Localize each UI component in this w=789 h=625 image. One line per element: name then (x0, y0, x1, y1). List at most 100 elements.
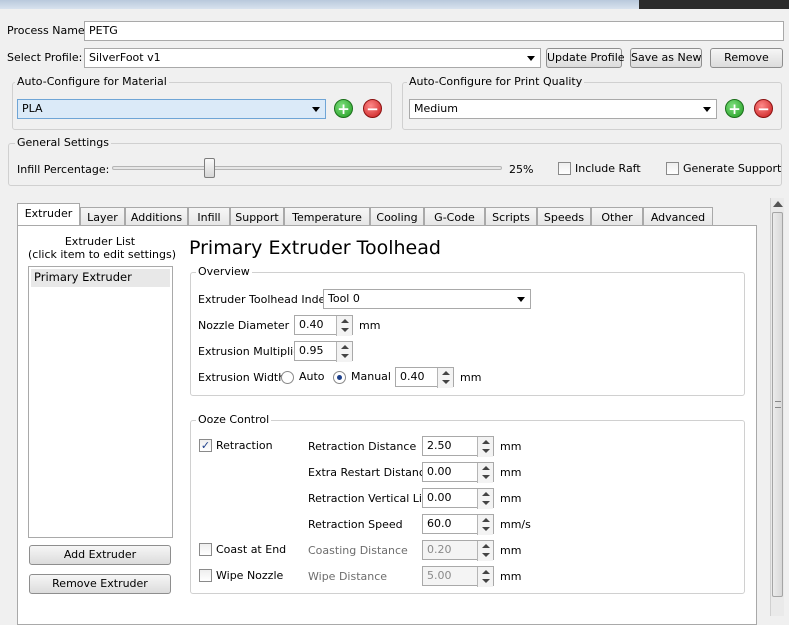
include-raft-checkbox[interactable] (558, 162, 571, 175)
add-quality-button[interactable]: + (725, 99, 744, 118)
wipe-nozzle-checkbox[interactable] (199, 569, 212, 582)
retraction-label: Retraction (216, 439, 273, 452)
remove-profile-button[interactable]: Remove (710, 48, 783, 68)
extrusion-width-label: Extrusion Width (198, 371, 286, 384)
toolhead-index-select[interactable]: Tool 0 (323, 289, 531, 309)
process-name-input[interactable]: PETG (84, 21, 784, 41)
extruder-list[interactable]: Primary Extruder (28, 266, 173, 538)
process-name-label: Process Name: (7, 24, 89, 37)
spinner-arrows-icon[interactable] (477, 437, 493, 457)
window-title-dark (639, 0, 789, 9)
extruder-list-title: Extruder List (64, 235, 136, 248)
extrusion-width-value: 0.40 (400, 370, 425, 383)
spinner-arrows-icon[interactable] (477, 541, 493, 561)
remove-extruder-button[interactable]: Remove Extruder (29, 574, 171, 594)
ooze-row-value: 0.00 (427, 465, 452, 478)
ooze-row-value: 60.0 (427, 517, 452, 530)
scroll-up-icon[interactable] (773, 201, 783, 207)
general-settings-label: General Settings (15, 136, 111, 150)
tab-extruder[interactable]: Extruder (17, 203, 80, 226)
overview-group-label: Overview (196, 265, 252, 279)
include-raft-label: Include Raft (575, 162, 641, 175)
quality-select-value: Medium (414, 102, 458, 115)
tab-temperature[interactable]: Temperature (284, 207, 370, 227)
tab-advanced[interactable]: Advanced (643, 207, 713, 227)
infill-slider-track[interactable] (112, 166, 502, 170)
spinner-arrows-icon[interactable] (477, 463, 493, 483)
remove-quality-button[interactable]: − (754, 99, 773, 118)
spinner-arrows-icon[interactable] (336, 342, 352, 362)
coast-at-end-checkbox[interactable] (199, 543, 212, 556)
remove-material-button[interactable]: − (363, 99, 382, 118)
ooze-row-input[interactable]: 60.0 (422, 514, 494, 535)
ooze-row-value: 5.00 (427, 569, 452, 582)
extrusion-width-auto-radio[interactable] (281, 371, 294, 384)
nozzle-diameter-label: Nozzle Diameter (198, 319, 290, 332)
nozzle-diameter-input[interactable]: 0.40 (294, 315, 353, 336)
generate-support-checkbox[interactable] (666, 162, 679, 175)
tab-support[interactable]: Support (230, 207, 284, 227)
extrusion-width-manual-radio[interactable] (333, 371, 346, 384)
ooze-row-input[interactable]: 0.20 (422, 540, 494, 561)
minus-icon: − (366, 100, 379, 118)
ooze-row-unit: mm (500, 544, 522, 557)
extrusion-width-input[interactable]: 0.40 (395, 367, 454, 388)
tab-speeds[interactable]: Speeds (537, 207, 591, 227)
wipe-nozzle-label: Wipe Nozzle (216, 569, 284, 582)
tab-additions[interactable]: Additions (125, 207, 188, 227)
ooze-row-unit: mm (500, 492, 522, 505)
chevron-down-icon (517, 297, 525, 302)
list-item[interactable]: Primary Extruder (31, 269, 170, 287)
ooze-control-label: Ooze Control (196, 413, 272, 427)
tab-other[interactable]: Other (591, 207, 643, 227)
ooze-row-unit: mm (500, 440, 522, 453)
save-as-new-button[interactable]: Save as New (630, 48, 702, 68)
ooze-row-input[interactable]: 0.00 (422, 488, 494, 509)
add-material-button[interactable]: + (334, 99, 353, 118)
add-extruder-button[interactable]: Add Extruder (29, 545, 171, 565)
chevron-down-icon (703, 107, 711, 112)
spinner-arrows-icon[interactable] (477, 515, 493, 535)
ooze-row-value: 2.50 (427, 439, 452, 452)
material-select-value: PLA (22, 102, 43, 115)
toolhead-heading: Primary Extruder Toolhead (189, 237, 441, 259)
retraction-checkbox[interactable]: ✓ (199, 439, 212, 452)
ooze-row-label: Extra Restart Distance (308, 466, 432, 479)
nozzle-diameter-unit: mm (359, 319, 381, 332)
infill-slider-handle[interactable] (204, 158, 215, 178)
extrusion-width-manual-label: Manual (351, 370, 391, 383)
ooze-row-label: Coasting Distance (308, 544, 408, 557)
material-select[interactable]: PLA (17, 99, 326, 119)
ooze-row-unit: mm (500, 570, 522, 583)
spinner-arrows-icon[interactable] (437, 368, 453, 388)
generate-support-label: Generate Support (683, 162, 782, 175)
ooze-row-input[interactable]: 2.50 (422, 436, 494, 457)
profile-select[interactable]: SilverFoot v1 (84, 48, 541, 68)
extrusion-width-unit: mm (460, 371, 482, 384)
profile-select-value: SilverFoot v1 (89, 51, 161, 64)
ooze-row-input[interactable]: 5.00 (422, 566, 494, 587)
quality-select[interactable]: Medium (409, 99, 717, 119)
scrollbar-thumb[interactable] (772, 212, 783, 597)
spinner-arrows-icon[interactable] (477, 567, 493, 587)
ooze-row-unit: mm (500, 466, 522, 479)
tab-cooling[interactable]: Cooling (370, 207, 424, 227)
vertical-scrollbar[interactable] (770, 198, 784, 616)
tab-g-code[interactable]: G-Code (424, 207, 485, 227)
coast-at-end-label: Coast at End (216, 543, 287, 556)
ooze-row-input[interactable]: 0.00 (422, 462, 494, 483)
quality-group-label: Auto-Configure for Print Quality (407, 75, 585, 89)
tab-infill[interactable]: Infill (188, 207, 230, 227)
ooze-row-value: 0.00 (427, 491, 452, 504)
spinner-arrows-icon[interactable] (336, 316, 352, 336)
spinner-arrows-icon[interactable] (477, 489, 493, 509)
toolhead-index-label: Extruder Toolhead Index (198, 293, 332, 306)
tab-scripts[interactable]: Scripts (485, 207, 537, 227)
tab-layer[interactable]: Layer (80, 207, 125, 227)
extrusion-multiplier-input[interactable]: 0.95 (294, 341, 353, 362)
update-profile-button[interactable]: Update Profile (546, 48, 625, 68)
select-profile-label: Select Profile: (7, 51, 83, 64)
tab-bar: Extruder Layer Additions Infill Support Tempe… (17, 203, 757, 227)
material-group-label: Auto-Configure for Material (15, 75, 169, 89)
window-title-strip (0, 0, 789, 9)
